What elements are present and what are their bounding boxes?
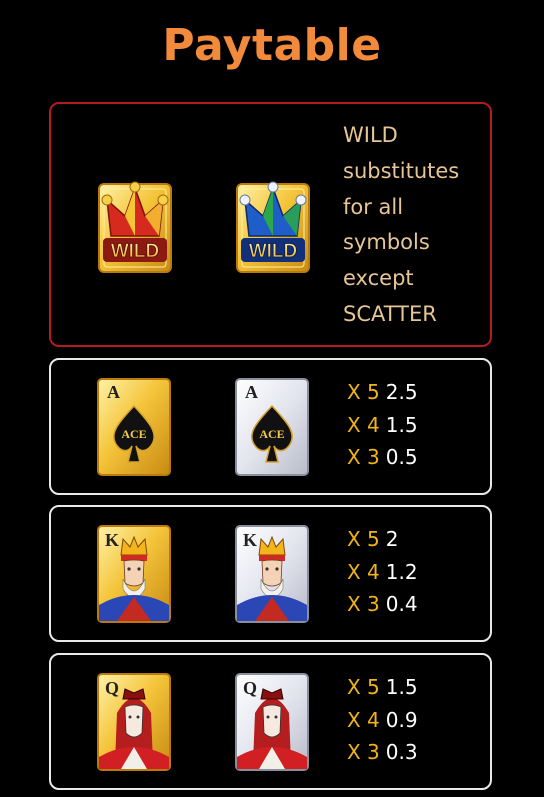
king-card-gold-icon: K [97, 525, 171, 627]
jester-wild-red-icon: WILD [97, 178, 173, 280]
wild-desc-line: except [343, 266, 414, 291]
pay-row: X 5 1.5 [347, 671, 418, 704]
svg-text:A: A [245, 382, 258, 402]
jester-wild-blue-icon: WILD [235, 178, 311, 280]
ace-paytable-panel: A ACE A ACE X 5 2.5 X 4 1.5 X 3 0.5 [49, 358, 492, 495]
wild-desc-line: WILD [343, 123, 398, 147]
wild-desc-line: SCATTER [343, 301, 437, 326]
ace-card-gold-icon: A ACE [97, 378, 171, 480]
pay-multiplier: X 4 [347, 412, 380, 437]
queen-card-silver-icon: Q [235, 673, 309, 775]
pay-list: X 5 1.5 X 4 0.9 X 3 0.3 [347, 671, 418, 769]
king-paytable-panel: K K X 52 X 4 1.2 X 3 0.4 [49, 505, 492, 642]
svg-text:K: K [105, 530, 119, 550]
svg-text:ACE: ACE [121, 427, 146, 441]
wild-description: WILD substitutes for all symbols except … [343, 118, 483, 333]
svg-text:WILD: WILD [111, 241, 160, 262]
pay-value: 2 [385, 527, 399, 551]
svg-text:A: A [107, 382, 120, 402]
wild-panel: WILD WILD WILD substitutes for all symbo… [49, 102, 492, 347]
pay-multiplier: X 3 [347, 445, 380, 469]
king-card-silver-icon: K [235, 525, 309, 627]
svg-text:Q: Q [105, 678, 119, 698]
pay-multiplier: X 4 [347, 707, 380, 732]
svg-text:WILD: WILD [249, 241, 298, 262]
wild-desc-line: symbols [343, 230, 430, 255]
pay-list: X 5 2.5 X 4 1.5 X 3 0.5 [347, 376, 418, 474]
pay-value: 0.3 [385, 740, 418, 764]
pay-multiplier: X 5 [347, 675, 380, 699]
pay-list: X 52 X 4 1.2 X 3 0.4 [347, 523, 418, 621]
svg-text:Q: Q [243, 678, 257, 698]
pay-row: X 5 2.5 [347, 376, 418, 409]
page-title: Paytable [162, 20, 382, 71]
svg-text:K: K [243, 530, 257, 550]
pay-value: 2.5 [385, 380, 418, 404]
pay-row: X 4 0.9 [347, 704, 418, 737]
svg-text:ACE: ACE [259, 427, 284, 441]
queen-paytable-panel: Q Q X 5 1.5 X 4 0.9 X 3 0.3 [49, 653, 492, 790]
queen-card-gold-icon: Q [97, 673, 171, 775]
pay-multiplier: X 4 [347, 559, 380, 584]
pay-multiplier: X 3 [347, 592, 380, 616]
pay-row: X 3 0.3 [347, 736, 418, 769]
pay-value: 1.5 [385, 412, 418, 437]
pay-value: 0.9 [385, 707, 418, 732]
pay-row: X 52 [347, 523, 418, 556]
pay-multiplier: X 3 [347, 740, 380, 764]
pay-row: X 3 0.4 [347, 588, 418, 621]
pay-multiplier: X 5 [347, 527, 380, 551]
pay-value: 0.4 [385, 592, 418, 616]
wild-desc-line: for all [343, 194, 404, 219]
pay-value: 0.5 [385, 445, 418, 469]
pay-multiplier: X 5 [347, 380, 380, 404]
pay-value: 1.2 [385, 559, 418, 584]
pay-row: X 4 1.2 [347, 556, 418, 589]
ace-card-silver-icon: A ACE [235, 378, 309, 480]
wild-desc-line: substitutes [343, 158, 460, 183]
pay-row: X 3 0.5 [347, 441, 418, 474]
pay-row: X 4 1.5 [347, 409, 418, 442]
pay-value: 1.5 [385, 675, 418, 699]
